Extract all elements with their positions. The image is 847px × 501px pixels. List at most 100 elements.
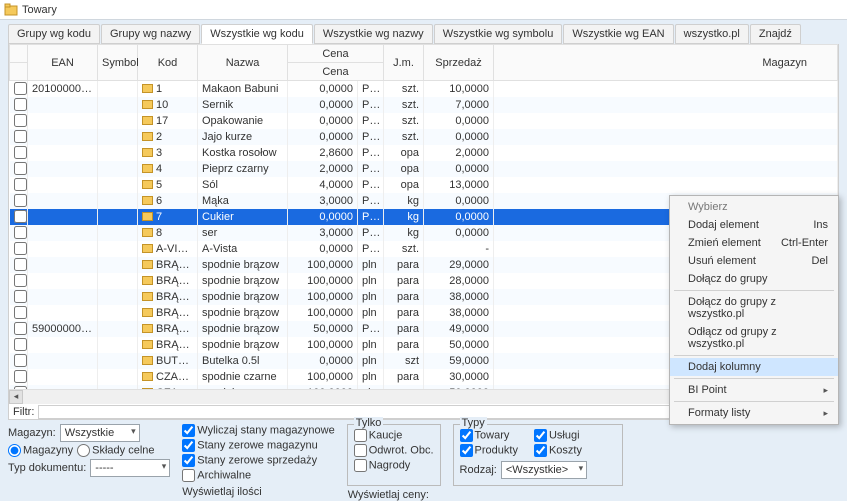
row-checkbox[interactable] (14, 274, 27, 287)
chk-kaucje[interactable]: Kaucje (354, 429, 434, 442)
folder-icon (142, 260, 153, 269)
col-cena-sub[interactable]: Cena (288, 63, 384, 81)
folder-icon (142, 372, 153, 381)
col-sprzedaz[interactable]: Sprzedaż (424, 45, 494, 81)
row-checkbox[interactable] (14, 338, 27, 351)
row-checkbox[interactable] (14, 98, 27, 111)
folder-icon (142, 244, 153, 253)
col-jm[interactable]: J.m. (384, 45, 424, 81)
tab-2[interactable]: Wszystkie wg kodu (201, 24, 313, 44)
radio-sklady[interactable]: Składy celne (77, 444, 154, 457)
rodzaj-label: Rodzaj: (460, 464, 497, 476)
col-cena-top[interactable]: Cena (288, 45, 384, 63)
tab-1[interactable]: Grupy wg nazwy (101, 24, 200, 44)
chk-nagrody[interactable]: Nagrody (354, 459, 434, 472)
col-nazwa[interactable]: Nazwa (198, 45, 288, 81)
folder-icon (142, 324, 153, 333)
chk-uslugi[interactable]: Usługi (534, 429, 582, 442)
tab-4[interactable]: Wszystkie wg symbolu (434, 24, 563, 44)
magazyn-label: Magazyn: (8, 427, 56, 439)
wyswietlaj-ilosci-label: Wyświetlaj ilości (182, 486, 334, 498)
row-checkbox[interactable] (14, 242, 27, 255)
chk-produkty[interactable]: Produkty (460, 444, 518, 457)
chk-archiwalne[interactable]: Archiwalne (182, 469, 334, 482)
col-symbol[interactable]: Symbol (98, 45, 138, 81)
group-typy: Typy Towary Produkty Usługi Koszty Rodza… (453, 424, 623, 486)
chk-stanyzerm[interactable]: Stany zerowe magazynu (182, 439, 334, 452)
table-row[interactable]: 4Pieprz czarny2,0000PLNopa0,0000 (10, 161, 838, 177)
row-checkbox[interactable] (14, 194, 27, 207)
chk-odwrot[interactable]: Odwrot. Obc. (354, 444, 434, 457)
filter-label: Filtr: (13, 406, 34, 418)
ctx-formaty-listy[interactable]: Formaty listy (670, 404, 838, 422)
ctx-odlacz-wszystko[interactable]: Odłącz od grupy z wszystko.pl (670, 323, 838, 353)
row-checkbox[interactable] (14, 162, 27, 175)
ctx-bi-point[interactable]: BI Point (670, 381, 838, 399)
folder-icon (142, 116, 153, 125)
table-row[interactable]: 3Kostka rosołow2,8600PLNopa2,0000 (10, 145, 838, 161)
ctx-usun-element[interactable]: Usuń elementDel (670, 252, 838, 270)
tabstrip: Grupy wg koduGrupy wg nazwyWszystkie wg … (0, 20, 847, 44)
tab-6[interactable]: wszystko.pl (675, 24, 749, 44)
row-checkbox[interactable] (14, 82, 27, 95)
typdok-combo[interactable]: ----- (90, 459, 170, 477)
ctx-dodaj-kolumny[interactable]: Dodaj kolumny (670, 358, 838, 376)
row-checkbox[interactable] (14, 226, 27, 239)
ctx-separator (674, 401, 834, 402)
tab-3[interactable]: Wszystkie wg nazwy (314, 24, 433, 44)
chk-koszty[interactable]: Koszty (534, 444, 582, 457)
row-checkbox[interactable] (14, 258, 27, 271)
row-checkbox[interactable] (14, 290, 27, 303)
folder-icon (142, 196, 153, 205)
chk-stanyzers[interactable]: Stany zerowe sprzedaży (182, 454, 334, 467)
tab-7[interactable]: Znajdź (750, 24, 801, 44)
table-row[interactable]: 5Sól4,0000PLNopa13,0000 (10, 177, 838, 193)
ctx-dodaj-element[interactable]: Dodaj elementIns (670, 216, 838, 234)
ctx-separator (674, 378, 834, 379)
col-ean[interactable]: EAN (28, 45, 98, 81)
magazyn-combo[interactable]: Wszystkie (60, 424, 140, 442)
folder-icon (142, 292, 153, 301)
row-checkbox[interactable] (14, 306, 27, 319)
table-row[interactable]: 20100000001Makaon Babuni0,0000PLNszt.10,… (10, 81, 838, 97)
ctx-dolacz-wszystko[interactable]: Dołącz do grupy z wszystko.pl (670, 293, 838, 323)
folder-icon (142, 276, 153, 285)
row-checkbox[interactable] (14, 370, 27, 383)
row-checkbox[interactable] (14, 322, 27, 335)
table-row[interactable]: 2Jajo kurze0,0000PLNszt.0,0000 (10, 129, 838, 145)
tab-0[interactable]: Grupy wg kodu (8, 24, 100, 44)
context-menu: Wybierz Dodaj elementIns Zmień elementCt… (669, 195, 839, 425)
col-kod[interactable]: Kod (138, 45, 198, 81)
chk-wyliczaj[interactable]: Wyliczaj stany magazynowe (182, 424, 334, 437)
row-checkbox[interactable] (14, 114, 27, 127)
folder-icon (142, 212, 153, 221)
folder-icon (142, 228, 153, 237)
scroll-left-icon[interactable]: ◂ (9, 390, 23, 404)
folder-icon (142, 148, 153, 157)
group-tylko: Tylko Kaucje Odwrot. Obc. Nagrody Wyświe… (347, 424, 441, 486)
row-checkbox[interactable] (14, 178, 27, 191)
row-checkbox[interactable] (14, 146, 27, 159)
titlebar: Towary (0, 0, 847, 20)
ctx-header: Wybierz (670, 198, 838, 216)
folder-icon (142, 340, 153, 349)
rodzaj-combo[interactable]: <Wszystkie> (501, 461, 587, 479)
ctx-separator (674, 290, 834, 291)
ctx-zmien-element[interactable]: Zmień elementCtrl-Enter (670, 234, 838, 252)
folder-icon (142, 308, 153, 317)
table-row[interactable]: 10Sernik0,0000PLNszt.7,0000 (10, 97, 838, 113)
chk-towary[interactable]: Towary (460, 429, 518, 442)
row-checkbox[interactable] (14, 210, 27, 223)
col-magazyn[interactable]: Magazyn (494, 45, 838, 81)
ctx-dolacz-do-grupy[interactable]: Dołącz do grupy (670, 270, 838, 288)
tab-5[interactable]: Wszystkie wg EAN (563, 24, 673, 44)
radio-magazyny[interactable]: Magazyny (8, 444, 73, 457)
wyswietlaj-ceny-label: Wyświetlaj ceny: (348, 489, 429, 501)
folder-icon (142, 84, 153, 93)
row-checkbox[interactable] (14, 354, 27, 367)
folder-icon (142, 164, 153, 173)
typdok-label: Typ dokumentu: (8, 462, 86, 474)
row-checkbox[interactable] (14, 130, 27, 143)
table-row[interactable]: 17Opakowanie0,0000PLNszt.0,0000 (10, 113, 838, 129)
legend-typy: Typy (460, 417, 487, 429)
